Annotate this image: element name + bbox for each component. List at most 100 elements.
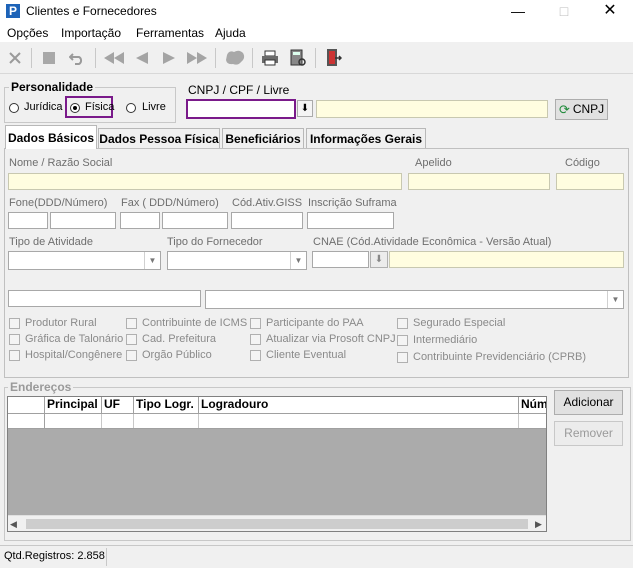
cnae-description-field[interactable] [389, 251, 624, 268]
refresh-icon: ⟳ [559, 102, 570, 117]
checkbox-orgao-publico[interactable] [126, 350, 137, 361]
print-icon[interactable] [259, 47, 281, 69]
checkbox-contribuinte-cprb[interactable] [397, 352, 408, 363]
chevron-down-icon: ▼ [144, 252, 160, 269]
extra-select[interactable]: ▼ [205, 290, 624, 309]
grid-cell[interactable] [45, 414, 102, 428]
checkbox-label: Intermediário [413, 334, 478, 346]
checkbox-label: Hospital/Congênere [25, 349, 123, 361]
scrollbar-thumb[interactable] [26, 519, 528, 529]
status-separator [106, 548, 107, 566]
enderecos-grid[interactable]: Principal UF Tipo Logr. Logradouro Núm ◀… [7, 396, 547, 532]
close-icon[interactable]: ✕ [587, 0, 633, 22]
grid-cell[interactable] [134, 414, 199, 428]
toolbar-separator [252, 48, 253, 68]
horizontal-scrollbar[interactable]: ◀ ▶ [8, 515, 546, 531]
status-record-count: Qtd.Registros: 2.858 [4, 550, 105, 562]
menu-ferramentas[interactable]: Ferramentas [136, 26, 204, 40]
apelido-input[interactable] [408, 173, 550, 190]
checkbox-label: Produtor Rural [25, 317, 97, 329]
codigo-input[interactable] [556, 173, 624, 190]
checkbox-grafica-talonario[interactable] [9, 334, 20, 345]
codigo-label: Código [565, 157, 600, 169]
radio-fisica[interactable] [70, 103, 80, 113]
fone-label: Fone(DDD/Número) [9, 197, 108, 209]
cnae-code-input[interactable] [312, 251, 369, 268]
fone-ddd-input[interactable] [8, 212, 48, 229]
radio-juridica-label: Jurídica [24, 101, 63, 113]
exit-door-icon[interactable] [322, 47, 344, 69]
fax-ddd-input[interactable] [120, 212, 160, 229]
giss-input[interactable] [231, 212, 303, 229]
checkbox-participante-paa[interactable] [250, 318, 261, 329]
maximize-icon[interactable]: □ [541, 0, 587, 22]
radio-livre[interactable] [126, 103, 136, 113]
cnpj-button[interactable]: ⟳ CNPJ [555, 99, 608, 120]
remover-button[interactable]: Remover [554, 421, 623, 446]
fax-numero-input[interactable] [162, 212, 228, 229]
delete-x-icon[interactable] [4, 47, 26, 69]
calculator-search-icon[interactable] [287, 47, 309, 69]
tipo-fornecedor-select[interactable]: ▼ [167, 251, 307, 270]
minimize-icon[interactable]: — [495, 0, 541, 22]
radio-juridica[interactable] [9, 103, 19, 113]
grid-row-indicator[interactable] [8, 414, 45, 428]
previous-record-icon[interactable] [131, 47, 153, 69]
cnpj-input[interactable] [186, 99, 296, 119]
checkbox-label: Cad. Prefeitura [142, 333, 216, 345]
extra-input[interactable] [8, 290, 201, 307]
grid-cell[interactable] [102, 414, 134, 428]
grid-cell[interactable] [199, 414, 519, 428]
scroll-right-icon[interactable]: ▶ [535, 519, 542, 530]
radio-livre-label: Livre [142, 101, 166, 113]
undo-icon[interactable] [66, 47, 88, 69]
last-record-icon[interactable] [184, 47, 210, 69]
menu-bar: Opções Importação Ferramentas Ajuda [0, 22, 633, 42]
tab-dados-basicos[interactable]: Dados Básicos [5, 125, 97, 149]
suframa-label: Inscrição Suframa [308, 197, 397, 209]
checkbox-segurado-especial[interactable] [397, 318, 408, 329]
checkbox-produtor-rural[interactable] [9, 318, 20, 329]
app-logo-icon: P [6, 4, 20, 18]
download-arrow-icon[interactable]: ⬇ [297, 100, 313, 117]
checkbox-label: Participante do PAA [266, 317, 364, 329]
toolbar-separator [215, 48, 216, 68]
tab-dados-pessoa-fisica[interactable]: Dados Pessoa Física [98, 128, 220, 148]
adicionar-button[interactable]: Adicionar [554, 390, 623, 415]
tipo-atividade-select[interactable]: ▼ [8, 251, 161, 270]
cnpj-label: CNPJ / CPF / Livre [188, 83, 290, 97]
scroll-left-icon[interactable]: ◀ [10, 519, 17, 530]
enderecos-title: Endereços [8, 380, 74, 394]
first-record-icon[interactable] [101, 47, 127, 69]
checkbox-hospital[interactable] [9, 350, 20, 361]
checkbox-intermediario[interactable] [397, 335, 408, 346]
grid-header-logradouro[interactable]: Logradouro [199, 397, 519, 413]
checkbox-cad-prefeitura[interactable] [126, 334, 137, 345]
next-record-icon[interactable] [158, 47, 180, 69]
checkbox-cliente-eventual[interactable] [250, 350, 261, 361]
toolbar-separator [31, 48, 32, 68]
menu-importacao[interactable]: Importação [61, 26, 121, 40]
menu-ajuda[interactable]: Ajuda [215, 26, 246, 40]
map-icon[interactable] [222, 47, 248, 69]
fone-numero-input[interactable] [50, 212, 116, 229]
grid-indicator-header [8, 397, 45, 413]
grid-header-uf[interactable]: UF [102, 397, 134, 413]
toolbar [0, 43, 633, 74]
chevron-down-icon: ▼ [607, 291, 623, 308]
nome-input[interactable] [8, 173, 402, 190]
tab-informacoes-gerais[interactable]: Informações Gerais [306, 128, 426, 148]
cnae-lookup-icon[interactable]: ⬇ [370, 251, 388, 268]
window-title: Clientes e Fornecedores [26, 4, 157, 18]
menu-opcoes[interactable]: Opções [7, 26, 48, 40]
suframa-input[interactable] [307, 212, 394, 229]
tab-beneficiarios[interactable]: Beneficiários [222, 128, 304, 148]
checkbox-contribuinte-icms[interactable] [126, 318, 137, 329]
checkbox-atualizar-prosoft[interactable] [250, 334, 261, 345]
grid-header-numero[interactable]: Núm [519, 397, 546, 413]
grid-header-tipo-logr[interactable]: Tipo Logr. [134, 397, 199, 413]
stop-icon[interactable] [38, 47, 60, 69]
grid-header-principal[interactable]: Principal [45, 397, 102, 413]
checkbox-label: Atualizar via Prosoft CNPJ [266, 333, 396, 345]
cnpj-name-field[interactable] [316, 100, 548, 118]
